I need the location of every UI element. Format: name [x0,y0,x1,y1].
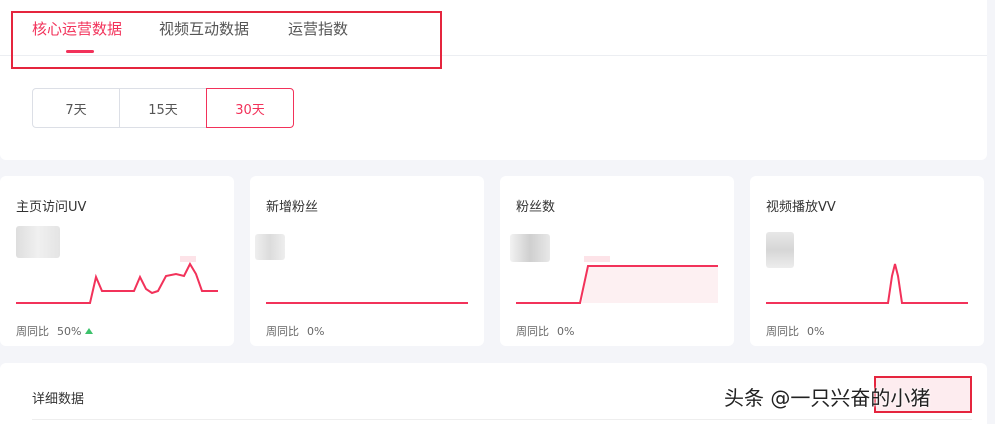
trend-sparkline [766,263,968,304]
watermark-text: 头条 @一只兴奋的小猪 [724,386,931,410]
range-30-days-button[interactable]: 30天 [206,88,294,128]
comparison-label: 周同比 [16,325,49,338]
top-panel: 核心运营数据 视频互动数据 运营指数 7天 15天 30天 [0,0,987,160]
metric-card-video-plays: 视频播放VV 周同比 0% [750,176,984,346]
week-comparison: 周同比 0% [516,323,574,339]
tab-highlight-annotation [11,11,442,69]
trend-up-icon [85,328,94,334]
week-comparison: 周同比 50% [16,323,94,339]
date-range-selector: 7天 15天 30天 [32,88,294,128]
detail-title: 详细数据 [32,392,85,407]
divider [32,419,972,420]
metric-card-new-followers: 新增粉丝 周同比 0% [250,176,484,346]
trend-sparkline [16,256,218,304]
comparison-label: 周同比 [766,325,799,338]
comparison-value: 0% [307,324,325,338]
week-comparison: 周同比 0% [766,323,824,339]
comparison-label: 周同比 [266,325,299,338]
trend-sparkline [516,256,718,304]
comparison-value: 0% [557,324,575,338]
range-7-days-button[interactable]: 7天 [32,88,120,128]
metric-card-follower-count: 粉丝数 周同比 0% [500,176,734,346]
trend-sparkline [266,302,468,304]
comparison-value: 50% [57,324,82,338]
metric-card-homepage-uv: 主页访问UV 周同比 50% [0,176,234,346]
week-comparison: 周同比 0% [266,323,324,339]
range-15-days-button[interactable]: 15天 [119,88,207,128]
comparison-value: 0% [807,324,825,338]
comparison-label: 周同比 [516,325,549,338]
